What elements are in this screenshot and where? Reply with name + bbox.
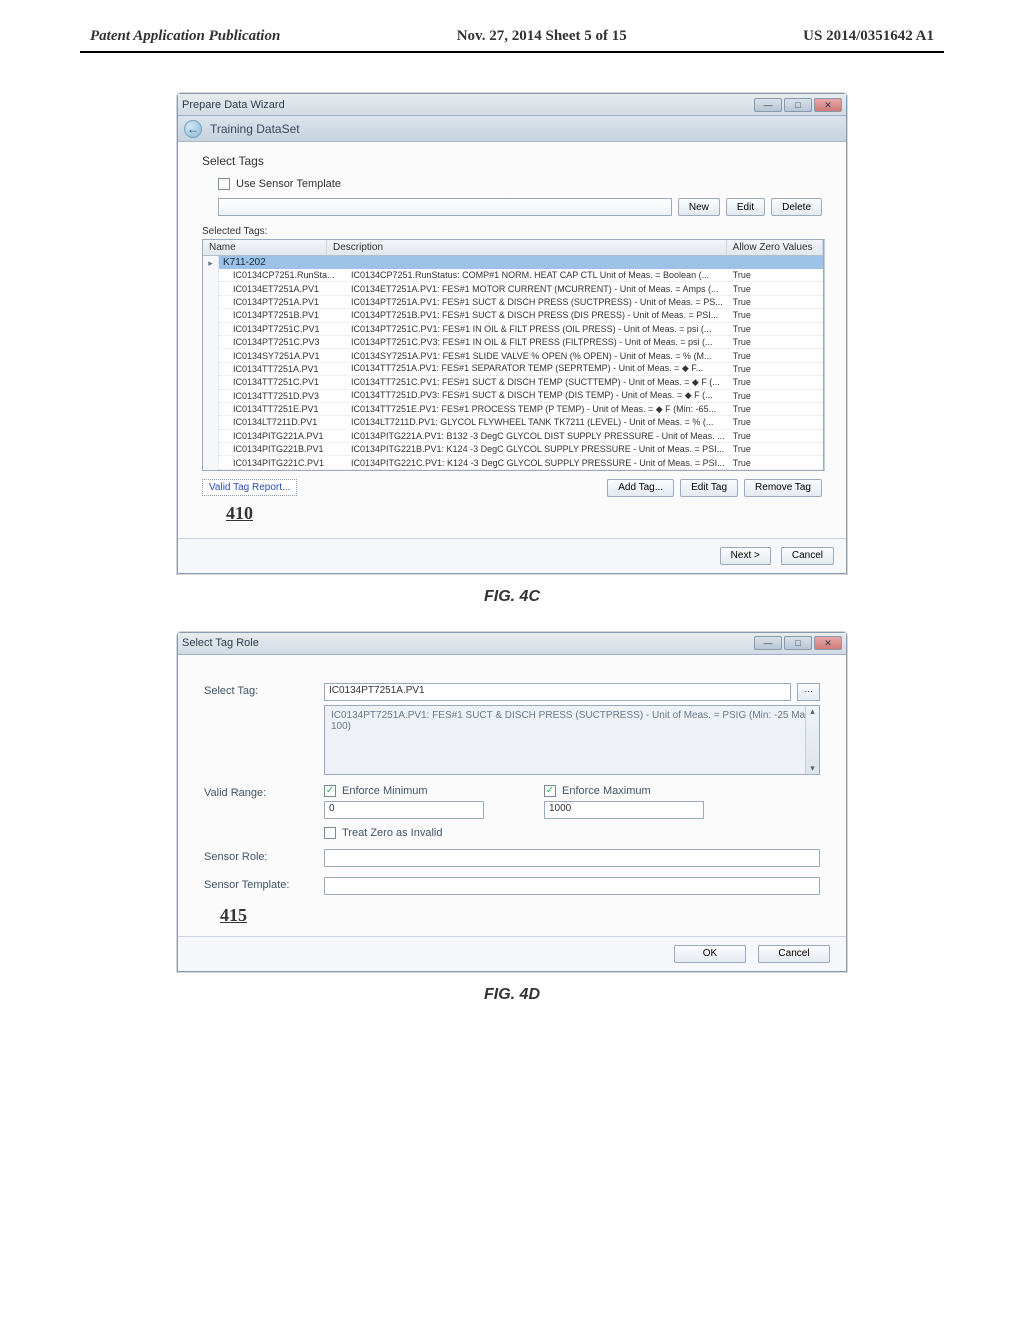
ok-button[interactable]: OK (674, 945, 746, 963)
expand-icon[interactable]: ▸ (203, 256, 218, 270)
pub-label: Patent Application Publication (90, 28, 280, 45)
sensor-role-dropdown[interactable] (324, 849, 820, 867)
enforce-max-label: Enforce Maximum (562, 785, 651, 797)
browse-tag-button[interactable]: ... (797, 683, 820, 701)
table-row[interactable]: IC0134LT7211D.PV1IC0134LT7211D.PV1: GLYC… (219, 416, 823, 429)
header-rule (80, 51, 944, 53)
desc-scrollbar[interactable]: ▴▾ (805, 706, 819, 774)
table-row[interactable]: IC0134PITG221A.PV1IC0134PITG221A.PV1: B1… (219, 430, 823, 443)
window-title: Select Tag Role (182, 637, 259, 649)
tags-grid: Name Description Allow Zero Values ▸ K71… (202, 239, 824, 471)
selected-tag-field[interactable]: IC0134PT7251A.PV1 (324, 683, 791, 701)
table-row[interactable]: IC0134PT7251B.PV1IC0134PT7251B.PV1: FES#… (219, 309, 823, 322)
use-sensor-template-checkbox[interactable] (218, 178, 230, 190)
minimize-button[interactable]: — (754, 636, 782, 650)
prepare-data-wizard-window: Prepare Data Wizard — □ ✕ ← Training Dat… (177, 93, 847, 574)
maximize-button[interactable]: □ (784, 98, 812, 112)
sensor-template-dropdown[interactable] (218, 198, 672, 216)
col-description[interactable]: Description (327, 240, 727, 255)
figure-ref-415: 415 (220, 905, 820, 926)
use-sensor-template-label: Use Sensor Template (236, 178, 341, 190)
table-row[interactable]: IC0134TT7251D.PV3IC0134TT7251D.PV3: FES#… (219, 390, 823, 403)
table-row[interactable]: IC0134PITG221C.PV1IC0134PITG221C.PV1: K1… (219, 456, 823, 469)
sensor-role-label: Sensor Role: (204, 849, 324, 863)
grid-rows: K711-202 IC0134CP7251.RunSta...IC0134CP7… (219, 256, 823, 470)
table-row[interactable]: IC0134TT7251C.PV1IC0134TT7251C.PV1: FES#… (219, 376, 823, 389)
selected-tags-label: Selected Tags: (202, 226, 822, 237)
valid-tag-report-link[interactable]: Valid Tag Report... (202, 479, 297, 496)
select-tag-role-window: Select Tag Role — □ ✕ Select Tag: IC0134… (177, 632, 847, 972)
fig-4d-caption: FIG. 4D (0, 986, 1024, 1004)
window-title: Prepare Data Wizard (182, 99, 285, 111)
titlebar[interactable]: Prepare Data Wizard — □ ✕ (178, 94, 846, 116)
table-row[interactable]: IC0134CP7251.RunSta...IC0134CP7251.RunSt… (219, 269, 823, 282)
grid-scrollbar[interactable] (824, 239, 825, 471)
sensor-template-dropdown[interactable] (324, 877, 820, 895)
sensor-template-label: Sensor Template: (204, 877, 324, 891)
table-row[interactable]: IC0134PITG221B.PV1IC0134PITG221B.PV1: K1… (219, 443, 823, 456)
new-template-button[interactable]: New (678, 198, 720, 216)
page-header: Patent Application Publication Nov. 27, … (0, 0, 1024, 45)
remove-tag-button[interactable]: Remove Tag (744, 479, 822, 497)
tag-description-box: IC0134PT7251A.PV1: FES#1 SUCT & DISCH PR… (324, 705, 820, 775)
enforce-min-label: Enforce Minimum (342, 785, 428, 797)
min-value-input[interactable]: 0 (324, 801, 484, 819)
tree-root[interactable]: K711-202 (219, 256, 823, 269)
table-row[interactable]: IC0134SY7251A.PV1IC0134SY7251A.PV1: FES#… (219, 349, 823, 362)
close-button[interactable]: ✕ (814, 98, 842, 112)
table-row[interactable]: IC0134ET7251A.PV1IC0134ET7251A.PV1: FES#… (219, 282, 823, 295)
edit-tag-button[interactable]: Edit Tag (680, 479, 738, 497)
titlebar[interactable]: Select Tag Role — □ ✕ (178, 633, 846, 655)
enforce-max-checkbox[interactable] (544, 785, 556, 797)
figure-ref-410: 410 (226, 503, 822, 524)
tree-gutter: ▸ (203, 256, 219, 470)
table-row[interactable]: IC0134PT7251C.PV1IC0134PT7251C.PV1: FES#… (219, 323, 823, 336)
wizard-step-title: Training DataSet (210, 122, 300, 136)
max-value-input[interactable]: 1000 (544, 801, 704, 819)
table-row[interactable]: IC0134TT7251A.PV1IC0134TT7251A.PV1: FES#… (219, 363, 823, 376)
col-allow-zero[interactable]: Allow Zero Values (727, 240, 823, 255)
col-name[interactable]: Name (203, 240, 327, 255)
wizard-subheader: ← Training DataSet (178, 116, 846, 142)
close-button[interactable]: ✕ (814, 636, 842, 650)
table-row[interactable]: IC0134TT7251E.PV1IC0134TT7251E.PV1: FES#… (219, 403, 823, 416)
enforce-min-checkbox[interactable] (324, 785, 336, 797)
maximize-button[interactable]: □ (784, 636, 812, 650)
sheet-label: Nov. 27, 2014 Sheet 5 of 15 (457, 28, 627, 45)
cancel-button[interactable]: Cancel (781, 547, 834, 565)
next-button[interactable]: Next > (720, 547, 771, 565)
cancel-button[interactable]: Cancel (758, 945, 830, 963)
back-icon[interactable]: ← (184, 120, 202, 138)
table-row[interactable]: IC0134PT7251C.PV3IC0134PT7251C.PV3: FES#… (219, 336, 823, 349)
grid-header: Name Description Allow Zero Values (203, 240, 823, 256)
delete-template-button[interactable]: Delete (771, 198, 822, 216)
edit-template-button[interactable]: Edit (726, 198, 765, 216)
table-row[interactable]: IC0134PT7251A.PV1IC0134PT7251A.PV1: FES#… (219, 296, 823, 309)
valid-range-label: Valid Range: (204, 785, 324, 799)
pub-number: US 2014/0351642 A1 (803, 28, 934, 45)
select-tag-label: Select Tag: (204, 683, 324, 697)
minimize-button[interactable]: — (754, 98, 782, 112)
treat-zero-label: Treat Zero as Invalid (342, 827, 442, 839)
select-tags-heading: Select Tags (202, 154, 822, 168)
fig-4c-caption: FIG. 4C (0, 588, 1024, 606)
treat-zero-checkbox[interactable] (324, 827, 336, 839)
add-tag-button[interactable]: Add Tag... (607, 479, 674, 497)
